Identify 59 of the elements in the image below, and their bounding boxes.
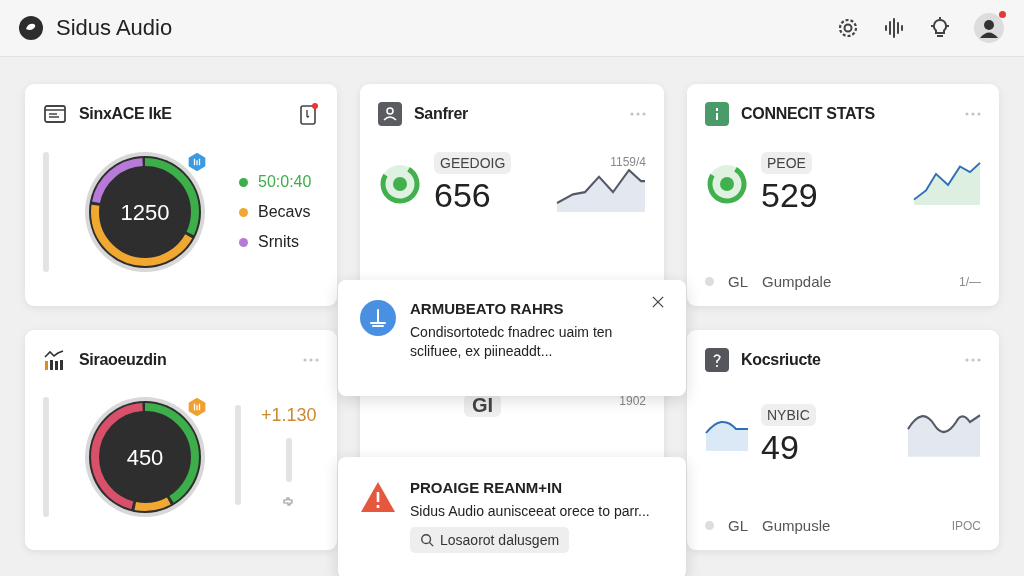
avatar-icon[interactable] [974,13,1004,43]
settings-icon[interactable] [836,16,860,40]
app-title: Sidus Audio [56,15,173,41]
card-title: CONNECIT STATS [741,105,875,123]
footer-label: Gumpusle [762,517,831,534]
equalizer-icon[interactable] [882,16,906,40]
card-title: SinxACE IkE [79,105,172,123]
toast-message: Sidus Audio aunisceeat orece to parr... [410,502,651,521]
stat-tag: GI [464,394,502,417]
info-icon [360,300,396,336]
close-icon[interactable] [652,296,664,308]
card-title: Siraoeuzdin [79,351,167,369]
logo-icon [18,15,44,41]
card-title: Kocsriucte [741,351,821,369]
gauge-value: 1250 [119,200,171,226]
legend-label: Srnits [258,233,299,251]
search-button[interactable]: Losaorot dalusgem [410,526,570,553]
footer-code: GL [728,273,748,290]
footer-code: GL [728,517,748,534]
more-icon[interactable] [965,112,981,116]
user-icon [378,102,402,126]
card-title: Sanfrer [414,105,468,123]
toast-message: Condisortotedc fnadrec uaim ten sclifuee, ex piineaddt... [410,323,614,361]
stat-value: 656 [434,176,491,215]
slider-track[interactable] [235,404,241,505]
info-icon [705,102,729,126]
stat-reading: 1159/4 [610,154,646,169]
more-icon[interactable] [303,358,319,362]
bulb-icon[interactable] [928,16,952,40]
legend-label: Becavs [258,203,311,221]
stat-tag: PEOE [761,152,812,174]
stat-value: 529 [761,176,818,215]
gauge-value: 450 [125,445,165,471]
window-icon [43,102,67,126]
stat-reading: 1902 [619,394,646,408]
stat-tag: NYBIC [761,404,816,426]
status-dot [705,277,714,286]
footer-label: Gumpdale [762,273,832,290]
sparkline-drawing [705,419,749,452]
status-dot [705,521,714,530]
hexagon-badge-icon [187,152,207,172]
delta-value: +1.130 [261,404,317,426]
more-icon[interactable] [965,358,981,362]
slider-track[interactable] [43,152,49,272]
stat-value: 49 [761,428,799,467]
more-icon[interactable] [630,112,646,116]
footer-reading: IPOC [951,518,981,533]
search-icon [420,532,434,547]
slider-track[interactable] [285,437,292,482]
toast-title: ARMUBEATO RAHRS [410,300,565,317]
stat-tag: GEEDOIG [434,152,512,174]
legend-label: 50:0:40 [258,173,312,191]
footer-reading: 1/— [959,274,981,289]
sparkline-drawing [913,161,981,206]
hexagon-badge-icon [187,397,207,417]
toast-title: PROAIGE REANM+IN [410,479,564,496]
help-icon [705,348,729,372]
slider-track[interactable] [43,397,49,517]
document-icon[interactable] [299,102,319,126]
